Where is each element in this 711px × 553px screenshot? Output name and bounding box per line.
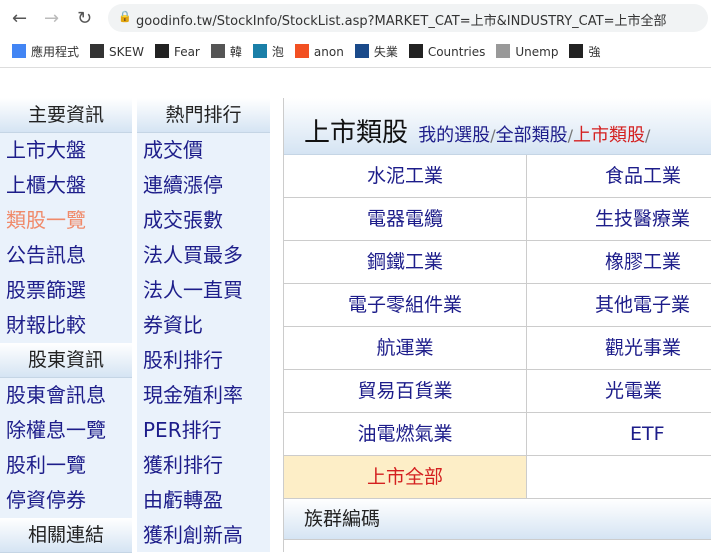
bookmark-label: 應用程式 bbox=[31, 45, 80, 59]
te-icon bbox=[408, 44, 423, 58]
grid-icon bbox=[354, 44, 369, 58]
bookmark-item[interactable]: 失業 bbox=[354, 43, 398, 60]
bookmark-item[interactable]: 韓 bbox=[210, 43, 242, 60]
url-input[interactable]: 🔒 goodinfo.tw/StockInfo/StockList.asp?MAR… bbox=[108, 4, 708, 32]
sidebar-hot: 熱門排行 成交價 連續漲停 成交張數 法人買最多 法人一直買 券資比 股利排行 現金殖利率 PE… bbox=[137, 98, 270, 552]
hot-item[interactable]: 券資比 bbox=[137, 308, 270, 343]
nav-link[interactable]: 上市類股 bbox=[573, 125, 645, 146]
category-link[interactable]: 水泥工業 bbox=[284, 155, 527, 198]
sidebar-item[interactable]: 除權息一覽 bbox=[0, 413, 132, 448]
bookmark-label: Countries bbox=[427, 45, 486, 59]
bookmark-label: 失業 bbox=[373, 45, 398, 59]
sidebar-item[interactable]: 上櫃大盤 bbox=[0, 168, 132, 203]
bookmark-item[interactable]: Fear bbox=[154, 44, 200, 59]
hot-item[interactable]: 獲利創新高 bbox=[137, 518, 270, 553]
category-link[interactable]: ETF bbox=[527, 413, 711, 456]
eth-icon bbox=[252, 44, 267, 58]
category-link[interactable]: 鋼鐵工業 bbox=[284, 241, 527, 284]
bookmark-label: 強 bbox=[588, 45, 601, 59]
bookmark-label: 韓 bbox=[229, 45, 242, 59]
nav-link[interactable]: 全部類股 bbox=[496, 125, 568, 146]
category-link[interactable]: 電器電纜 bbox=[284, 198, 527, 241]
sidebar-item[interactable]: 上市大盤 bbox=[0, 133, 132, 168]
main-panel: 上市類股 我的選股/全部類股/上市類股/ 水泥工業 食品工業 電器電纜 生技醫療業 鋼鐵… bbox=[283, 98, 711, 552]
bookmarks-bar: 應用程式 SKEW Fear 韓 泡 anon 失業 Countries Unemp 強 bbox=[0, 36, 711, 68]
category-link[interactable]: 上市全部 bbox=[284, 456, 527, 499]
category-link[interactable]: 食品工業 bbox=[527, 155, 711, 198]
bookmark-item[interactable]: 強 bbox=[569, 43, 600, 60]
bookmark-item[interactable]: anon bbox=[294, 44, 344, 59]
reload-icon[interactable]: ↻ bbox=[77, 8, 92, 29]
page-title: 上市類股 bbox=[304, 118, 409, 148]
address-bar-row: ← → ↻ 🔒 goodinfo.tw/StockInfo/StockList.a… bbox=[0, 0, 711, 36]
category-link[interactable]: 橡膠工業 bbox=[527, 241, 711, 284]
lock-icon: 🔒 bbox=[118, 10, 132, 23]
hot-item[interactable]: 獲利排行 bbox=[137, 448, 270, 483]
arch-icon bbox=[569, 44, 584, 58]
category-link[interactable]: 生技醫療業 bbox=[527, 198, 711, 241]
sidebar-item[interactable]: 股票篩選 bbox=[0, 273, 132, 308]
sidebar-item[interactable]: 股東會訊息 bbox=[0, 378, 132, 413]
section-header-holder: 股東資訊 bbox=[0, 343, 132, 378]
bookmark-item[interactable]: 泡 bbox=[252, 43, 284, 60]
hot-item[interactable]: 連續漲停 bbox=[137, 168, 270, 203]
group-header: 族群編碼 bbox=[284, 499, 711, 540]
sidebar-main: 主要資訊 上市大盤 上櫃大盤 類股一覽 公告訊息 股票篩選 財報比較 股東資訊 股東會訊息… bbox=[0, 98, 132, 553]
category-grid: 水泥工業 食品工業 電器電纜 生技醫療業 鋼鐵工業 橡膠工業 電子零組件業 其他電子業 航運業觀… bbox=[284, 155, 711, 499]
hot-item[interactable]: 現金殖利率 bbox=[137, 378, 270, 413]
section-header-main: 主要資訊 bbox=[0, 98, 132, 133]
category-link[interactable]: 光電業 bbox=[527, 370, 711, 413]
forward-icon[interactable]: → bbox=[44, 8, 59, 29]
triangle-icon bbox=[154, 44, 169, 58]
sidebar-item[interactable]: 停資停券 bbox=[0, 483, 132, 518]
bookmark-item[interactable]: Countries bbox=[408, 44, 486, 59]
apps-icon bbox=[12, 44, 26, 58]
bookmark-item[interactable]: 應用程式 bbox=[12, 43, 79, 60]
section-header-hot: 熱門排行 bbox=[137, 98, 270, 133]
category-link[interactable]: 貿易百貨業 bbox=[284, 370, 527, 413]
globe-icon bbox=[210, 44, 225, 58]
section-header-links: 相關連結 bbox=[0, 518, 132, 553]
category-link[interactable]: 觀光事業 bbox=[527, 327, 711, 370]
bookmark-label: SKEW bbox=[109, 45, 144, 59]
sidebar-item[interactable]: 股利一覽 bbox=[0, 448, 132, 483]
url-text: goodinfo.tw/StockInfo/StockList.asp?MARK… bbox=[136, 14, 667, 29]
chart-icon bbox=[496, 44, 511, 58]
microsoft-icon bbox=[294, 44, 309, 58]
inv-icon bbox=[90, 44, 105, 58]
bookmark-label: Fear bbox=[173, 45, 200, 59]
category-link[interactable]: 其他電子業 bbox=[527, 284, 711, 327]
empty-cell bbox=[527, 456, 711, 499]
back-icon[interactable]: ← bbox=[12, 8, 27, 29]
bookmark-label: Unemp bbox=[515, 45, 559, 59]
sidebar-item[interactable]: 公告訊息 bbox=[0, 238, 132, 273]
category-link[interactable]: 油電燃氣業 bbox=[284, 413, 527, 456]
category-link[interactable]: 航運業 bbox=[284, 327, 527, 370]
bookmark-label: 泡 bbox=[271, 45, 284, 59]
link-separator: / bbox=[644, 126, 651, 145]
category-link[interactable]: 電子零組件業 bbox=[284, 284, 527, 327]
hot-item[interactable]: 成交張數 bbox=[137, 203, 270, 238]
hot-item[interactable]: 股利排行 bbox=[137, 343, 270, 378]
hot-item[interactable]: 成交價 bbox=[137, 133, 270, 168]
nav-link[interactable]: 我的選股 bbox=[418, 125, 490, 146]
bookmark-item[interactable]: Unemp bbox=[496, 44, 558, 59]
bookmark-item[interactable]: SKEW bbox=[90, 44, 144, 59]
hot-item[interactable]: PER排行 bbox=[137, 413, 270, 448]
sidebar-item[interactable]: 類股一覽 bbox=[0, 203, 132, 238]
hot-item[interactable]: 由虧轉盈 bbox=[137, 483, 270, 518]
sidebar-item[interactable]: 財報比較 bbox=[0, 308, 132, 343]
main-header: 上市類股 我的選股/全部類股/上市類股/ bbox=[284, 98, 711, 155]
hot-item[interactable]: 法人一直買 bbox=[137, 273, 270, 308]
hot-item[interactable]: 法人買最多 bbox=[137, 238, 270, 273]
bookmark-label: anon bbox=[313, 45, 344, 59]
